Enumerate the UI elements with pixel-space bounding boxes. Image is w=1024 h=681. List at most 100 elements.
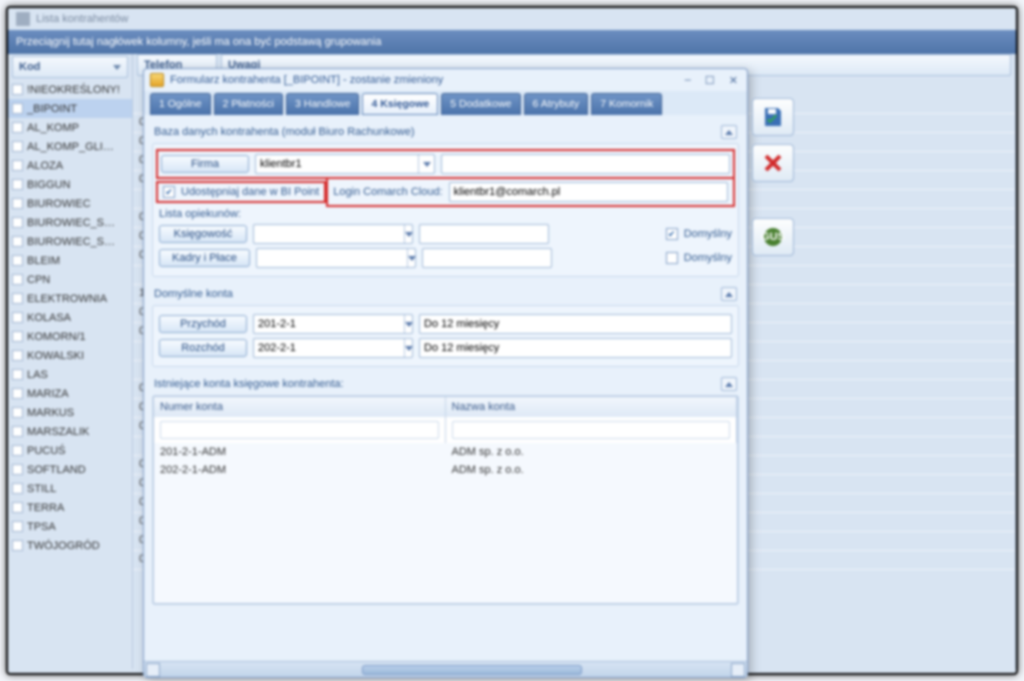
- row-checkbox[interactable]: [12, 103, 23, 114]
- grid-col-nazwa[interactable]: Nazwa konta: [446, 397, 738, 417]
- row-checkbox[interactable]: [12, 521, 23, 532]
- row-checkbox[interactable]: [12, 331, 23, 342]
- table-row[interactable]: KOMORN/1: [8, 327, 132, 346]
- grid-row[interactable]: 202-2-1-ADMADM sp. z o.o.: [154, 461, 737, 479]
- collapse-toggle-icon[interactable]: [721, 377, 737, 391]
- table-row[interactable]: ALOZA: [8, 156, 132, 175]
- grid-filter-numer[interactable]: [160, 421, 439, 439]
- grid-filter-nazwa[interactable]: [452, 421, 731, 439]
- scroll-right-icon[interactable]: [731, 663, 745, 677]
- table-row[interactable]: AL_KOMP_GLI…: [8, 137, 132, 156]
- row-checkbox[interactable]: [12, 312, 23, 323]
- table-row[interactable]: BIUROWIEC: [8, 194, 132, 213]
- table-row[interactable]: _BIPOINT: [8, 99, 132, 118]
- przychod-desc[interactable]: [419, 314, 732, 334]
- kadry-button[interactable]: Kadry i Płace: [159, 249, 250, 267]
- row-checkbox[interactable]: [12, 483, 23, 494]
- kadry-combo[interactable]: [256, 248, 416, 268]
- tab-1-ogólne[interactable]: 1 Ogólne: [150, 93, 211, 115]
- bipoint-checkbox[interactable]: [163, 186, 175, 198]
- close-button[interactable]: ✕: [726, 74, 741, 87]
- scroll-left-icon[interactable]: [146, 663, 160, 677]
- table-row[interactable]: KOWALSKI: [8, 346, 132, 365]
- row-checkbox[interactable]: [12, 236, 23, 247]
- tab-3-handlowe[interactable]: 3 Handlowe: [286, 93, 359, 115]
- ksiegowosc-input[interactable]: [254, 225, 404, 243]
- row-checkbox[interactable]: [12, 540, 23, 551]
- table-row[interactable]: LAS: [8, 365, 132, 384]
- grid-col-numer[interactable]: Numer konta: [154, 397, 446, 417]
- col-header-kod[interactable]: Kod: [12, 56, 128, 78]
- table-row[interactable]: AL_KOMP: [8, 118, 132, 137]
- tab-2-płatności[interactable]: 2 Płatności: [214, 93, 283, 115]
- table-row[interactable]: TERRA: [8, 498, 132, 517]
- tab-6-atrybuty[interactable]: 6 Atrybuty: [524, 93, 589, 115]
- domyslny1-checkbox[interactable]: [666, 228, 678, 240]
- minimize-button[interactable]: –: [682, 74, 694, 87]
- przychod-button[interactable]: Przychód: [159, 315, 247, 333]
- table-row[interactable]: TPSA: [8, 517, 132, 536]
- scroll-thumb[interactable]: [362, 665, 582, 675]
- table-row[interactable]: BIUROWIEC_S…: [8, 232, 132, 251]
- przychod-combo[interactable]: [253, 314, 413, 334]
- row-checkbox[interactable]: [12, 464, 23, 475]
- table-row[interactable]: MARKUS: [8, 403, 132, 422]
- table-row[interactable]: KOLASA: [8, 308, 132, 327]
- maximize-button[interactable]: ☐: [702, 74, 718, 87]
- table-row[interactable]: !NIEOKREŚLONY!: [8, 80, 132, 99]
- row-checkbox[interactable]: [12, 274, 23, 285]
- table-row[interactable]: SOFTLAND: [8, 460, 132, 479]
- row-checkbox[interactable]: [12, 293, 23, 304]
- row-checkbox[interactable]: [12, 388, 23, 399]
- row-checkbox[interactable]: [12, 179, 23, 190]
- firma-button[interactable]: Firma: [161, 155, 249, 173]
- row-checkbox[interactable]: [12, 84, 23, 95]
- row-checkbox[interactable]: [12, 426, 23, 437]
- gus-button[interactable]: GUS: [752, 218, 794, 256]
- grid-row[interactable]: 201-2-1-ADMADM sp. z o.o.: [154, 443, 737, 461]
- tab-7-komornik[interactable]: 7 Komornik: [591, 93, 662, 115]
- login-cloud-input[interactable]: [449, 182, 728, 202]
- ksiegowosc-button[interactable]: Księgowość: [159, 225, 247, 243]
- firma-input[interactable]: [256, 155, 418, 173]
- rozchod-input[interactable]: [254, 339, 404, 357]
- cancel-button[interactable]: [752, 144, 794, 182]
- table-row[interactable]: STILL: [8, 479, 132, 498]
- row-checkbox[interactable]: [12, 369, 23, 380]
- firma-combo[interactable]: [255, 154, 435, 174]
- row-checkbox[interactable]: [12, 141, 23, 152]
- collapse-toggle-icon[interactable]: [721, 287, 737, 301]
- table-row[interactable]: ELEKTROWNIA: [8, 289, 132, 308]
- table-row[interactable]: MARSZALIK: [8, 422, 132, 441]
- collapse-toggle-icon[interactable]: [721, 125, 737, 139]
- table-row[interactable]: BIUROWIEC_S…: [8, 213, 132, 232]
- table-row[interactable]: BLEIM: [8, 251, 132, 270]
- tab-4-księgowe[interactable]: 4 Księgowe: [362, 93, 438, 115]
- table-row[interactable]: BIGGUN: [8, 175, 132, 194]
- rozchod-combo[interactable]: [253, 338, 413, 358]
- tab-5-dodatkowe[interactable]: 5 Dodatkowe: [441, 93, 520, 115]
- table-row[interactable]: PUCUŚ: [8, 441, 132, 460]
- przychod-input[interactable]: [254, 315, 404, 333]
- row-checkbox[interactable]: [12, 445, 23, 456]
- horizontal-scrollbar[interactable]: [144, 661, 747, 677]
- domyslny2-checkbox[interactable]: [666, 252, 678, 264]
- table-row[interactable]: MARIZA: [8, 384, 132, 403]
- firma-extra-input[interactable]: [441, 154, 730, 174]
- table-row[interactable]: TWÓJOGRÓD: [8, 536, 132, 555]
- row-checkbox[interactable]: [12, 122, 23, 133]
- row-checkbox[interactable]: [12, 255, 23, 266]
- table-row[interactable]: CPN: [8, 270, 132, 289]
- row-checkbox[interactable]: [12, 198, 23, 209]
- rozchod-desc[interactable]: [419, 338, 732, 358]
- row-checkbox[interactable]: [12, 502, 23, 513]
- row-checkbox[interactable]: [12, 350, 23, 361]
- save-button[interactable]: [752, 98, 794, 136]
- row-checkbox[interactable]: [12, 160, 23, 171]
- ksiegowosc-extra-input[interactable]: [419, 224, 549, 244]
- row-checkbox[interactable]: [12, 407, 23, 418]
- row-checkbox[interactable]: [12, 217, 23, 228]
- rozchod-button[interactable]: Rozchód: [159, 339, 247, 357]
- ksiegowosc-combo[interactable]: [253, 224, 413, 244]
- kadry-input[interactable]: [257, 249, 407, 267]
